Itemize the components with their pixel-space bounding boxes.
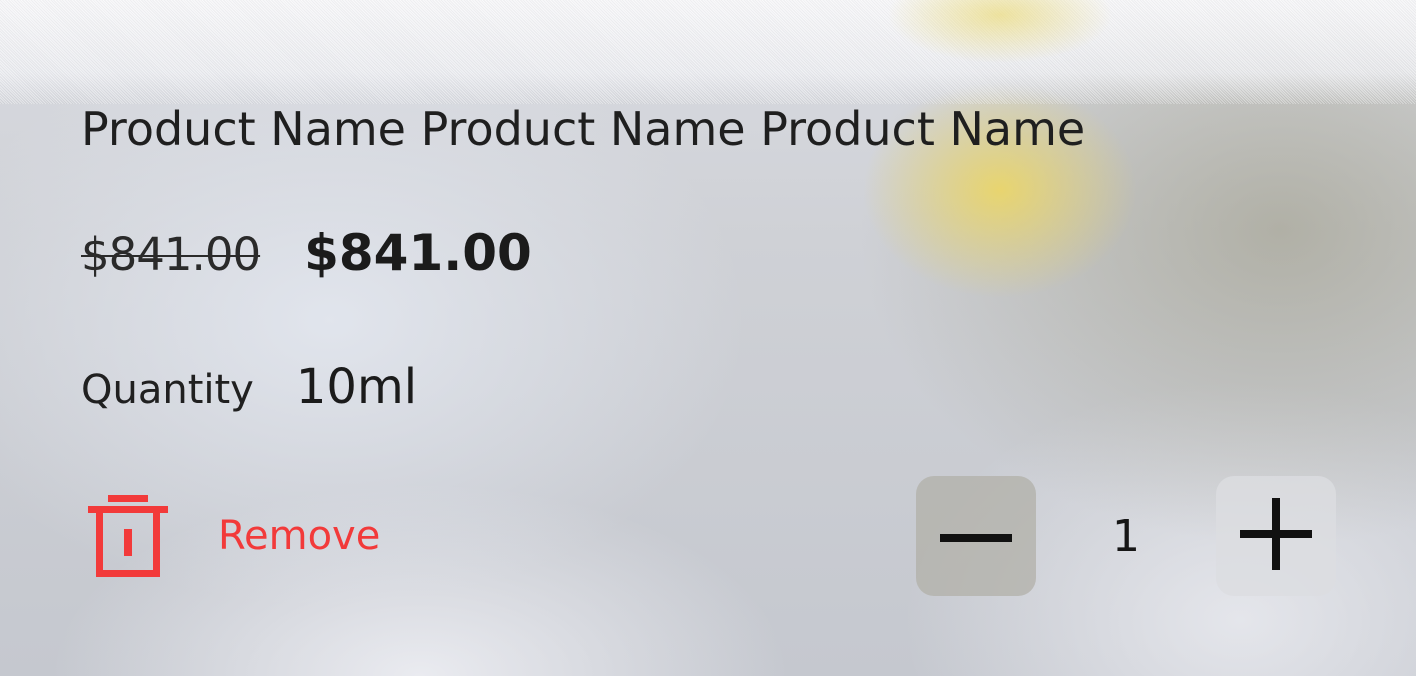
remove-label: Remove (218, 513, 381, 559)
trash-icon (88, 495, 168, 577)
quantity-row: Quantity 10ml (81, 356, 417, 418)
quantity-label: Quantity (81, 367, 254, 413)
decrease-button[interactable] (916, 476, 1036, 596)
quantity-count: 1 (1112, 510, 1140, 562)
price-row: $841.00 $841.00 (81, 222, 532, 285)
background-blur (0, 0, 1416, 104)
remove-button[interactable]: Remove (88, 495, 380, 577)
current-price: $841.00 (304, 224, 532, 282)
plus-icon (1240, 498, 1312, 574)
quantity-stepper: 1 (916, 476, 1336, 596)
minus-icon (940, 527, 1012, 546)
original-price: $841.00 (81, 228, 261, 281)
increase-button[interactable] (1216, 476, 1336, 596)
quantity-value: 10ml (295, 359, 418, 415)
product-name: Product Name Product Name Product Name (81, 102, 1086, 156)
